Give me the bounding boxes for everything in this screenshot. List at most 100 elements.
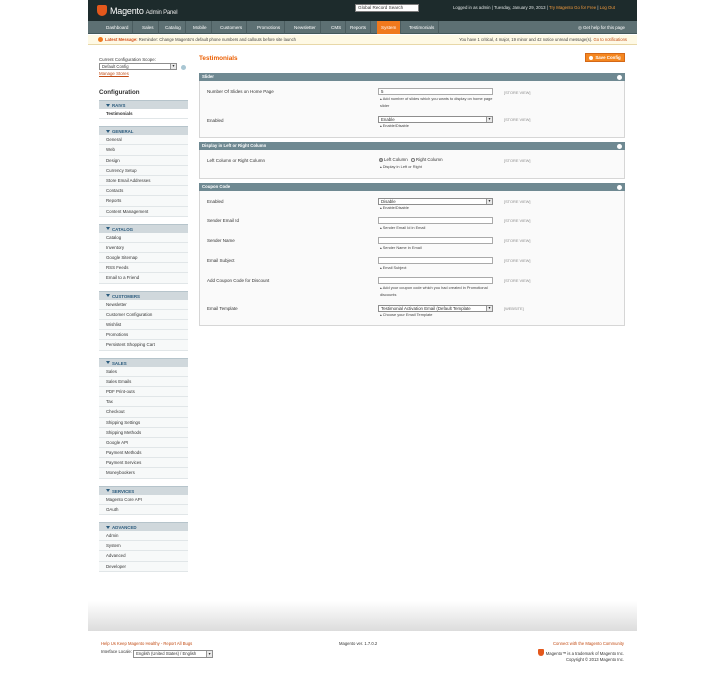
sidebar-item-admin[interactable]: Admin [99, 531, 188, 542]
locale-select[interactable]: English (United States) / English ▼ [133, 650, 214, 658]
sidebar-group-general[interactable]: GENERAL [99, 126, 188, 136]
chevron-down-icon: ▼ [170, 64, 176, 69]
save-config-button[interactable]: Save Config [585, 53, 625, 62]
section-header-coupon[interactable]: Coupon Code [199, 183, 625, 191]
email-subject-input[interactable] [378, 257, 493, 264]
sidebar-item-general[interactable]: General [99, 135, 188, 146]
sender-name-input[interactable] [378, 237, 493, 244]
sidebar-item-newsletter[interactable]: Newsletter [99, 299, 188, 310]
locale-label: Interface Locale: [101, 649, 132, 654]
slider-enabled-select[interactable]: Enable ▼ [378, 116, 493, 123]
nav-newsletter[interactable]: Newsletter [290, 21, 321, 34]
sidebar-item-sales-emails[interactable]: Sales Emails [99, 376, 188, 387]
logo-subtitle: Admin Panel [145, 10, 178, 16]
sidebar-item-customer-configuration[interactable]: Customer Configuration [99, 309, 188, 320]
sidebar-item-currency-setup[interactable]: Currency Setup [99, 165, 188, 176]
slides-note: Add number of slides which you wants to … [380, 96, 498, 109]
sidebar-item-moneybookers[interactable]: Moneybookers [99, 468, 188, 479]
notifications-link[interactable]: Go to notifications [593, 37, 627, 42]
sidebar-item-shipping-methods[interactable]: Shipping Methods [99, 427, 188, 438]
email-subject-note: Email Subject [380, 265, 407, 272]
sidebar-item-contacts[interactable]: Contacts [99, 186, 188, 197]
sidebar-item-reports[interactable]: Reports [99, 196, 188, 207]
slider-enabled-label: Enabled [207, 118, 224, 123]
scope-select[interactable]: Default Config ▼ [99, 63, 177, 70]
sidebar-item-google-api[interactable]: Google API [99, 437, 188, 449]
section-header-slider[interactable]: Slider [199, 73, 625, 81]
collapse-icon[interactable] [617, 74, 622, 80]
collapse-icon[interactable] [617, 143, 622, 149]
sidebar-item-advanced[interactable]: Advanced [99, 551, 188, 562]
sidebar-item-promotions[interactable]: Promotions [99, 330, 188, 341]
try-magento-go-link[interactable]: Try Magento Go for Free [549, 5, 596, 10]
report-bugs-link[interactable]: Help Us Keep Magento Healthy - Report Al… [101, 641, 192, 646]
sender-name-scope: [STORE VIEW] [504, 238, 531, 243]
sidebar-item-developer[interactable]: Developer [99, 561, 188, 572]
main-nav: Dashboard Sales Catalog Mobile Customers… [88, 21, 637, 34]
sender-email-input[interactable] [378, 217, 493, 224]
sidebar-item-testimonials[interactable]: Testimonials [99, 109, 188, 120]
coupon-enabled-scope: [STORE VIEW] [504, 199, 531, 204]
sidebar-item-tax[interactable]: Tax [99, 397, 188, 408]
section-header-display[interactable]: Display in Left or Right Column [199, 142, 625, 150]
sidebar-group-raivs[interactable]: RAIVS [99, 100, 188, 109]
coupon-enabled-select[interactable]: Disable ▼ [378, 198, 493, 205]
sidebar-item-payment-services[interactable]: Payment Services [99, 458, 188, 469]
help-link[interactable]: ◎ Get help for this page [578, 21, 625, 34]
sidebar-group-customers[interactable]: CUSTOMERS [99, 290, 188, 300]
sidebar-item-magento-core-api[interactable]: Magento Core API [99, 494, 188, 505]
sidebar-item-email-to-a-friend[interactable]: Email to a Friend [99, 273, 188, 284]
email-subject-label: Email Subject [207, 258, 235, 263]
notification-summary: You have 1 critical, 4 major, 19 minor a… [459, 35, 627, 45]
sidebar-item-persistent-shopping-cart[interactable]: Persistent Shopping Cart [99, 340, 188, 351]
sidebar-item-checkout[interactable]: Checkout [99, 407, 188, 418]
nav-sales[interactable]: Sales [138, 21, 159, 34]
nav-system[interactable]: System [377, 21, 402, 34]
sidebar-item-catalog[interactable]: Catalog [99, 232, 188, 243]
sidebar-item-rss-feeds[interactable]: RSS Feeds [99, 263, 188, 274]
trademark-text: Magento™ is a trademark of Magento Inc. [545, 651, 624, 656]
sidebar-item-content-management[interactable]: Content Management [99, 206, 188, 217]
logout-link[interactable]: Log Out [600, 5, 615, 10]
sidebar-group-sales[interactable]: SALES [99, 357, 188, 367]
sender-name-note: Sender Name in Email [380, 245, 422, 252]
nav-dashboard[interactable]: Dashboard [102, 21, 134, 34]
slides-scope: [STORE VIEW] [504, 90, 531, 95]
manage-stores-link[interactable]: Manage Stores [99, 71, 177, 76]
nav-promotions[interactable]: Promotions [253, 21, 286, 34]
sidebar-item-store-email-addresses[interactable]: Store Email Addresses [99, 175, 188, 187]
sidebar-group-catalog[interactable]: CATALOG [99, 223, 188, 233]
nav-reports[interactable]: Reports [346, 21, 372, 34]
sidebar-item-payment-methods[interactable]: Payment Methods [99, 448, 188, 459]
global-search-input[interactable]: Global Record Search [355, 4, 419, 12]
coupon-discount-input[interactable] [378, 277, 493, 284]
email-template-select[interactable]: Testimonial Activation Email (Default Te… [378, 305, 493, 312]
community-link[interactable]: Connect with the Magento Community [553, 641, 624, 646]
help-question-icon[interactable] [181, 65, 186, 70]
nav-testimonials[interactable]: Testimonials [405, 21, 440, 34]
radio-left-column[interactable] [379, 157, 383, 162]
sidebar-item-design[interactable]: Design [99, 155, 188, 166]
nav-customers[interactable]: Customers [216, 21, 248, 34]
sidebar-group-services[interactable]: SERVICES [99, 485, 188, 495]
sidebar-title: Configuration [99, 89, 140, 96]
slides-input[interactable]: 5 [378, 88, 493, 95]
nav-cms[interactable]: CMS [327, 21, 347, 34]
message-bar: Latest Message: Reminder: Change Magento… [88, 35, 637, 45]
magento-logo[interactable]: Magento Admin Panel [97, 5, 178, 16]
sidebar-item-pdf-print-outs[interactable]: PDF Print-outs [99, 386, 188, 398]
nav-mobile[interactable]: Mobile [189, 21, 212, 34]
sidebar-item-inventory[interactable]: Inventory [99, 242, 188, 254]
sidebar-item-system[interactable]: System [99, 541, 188, 552]
sidebar-item-google-sitemap[interactable]: Google Sitemap [99, 253, 188, 264]
sidebar-item-web[interactable]: Web [99, 145, 188, 156]
sidebar-item-sales[interactable]: Sales [99, 366, 188, 377]
nav-catalog[interactable]: Catalog [161, 21, 186, 34]
sidebar-item-oauth[interactable]: OAuth [99, 504, 188, 515]
sidebar-group-advanced[interactable]: ADVANCED [99, 522, 188, 531]
radio-right-column[interactable] [410, 157, 415, 162]
collapse-icon[interactable] [617, 184, 622, 190]
radio-right-label: Right Column [415, 157, 443, 162]
sidebar-item-wishlist[interactable]: Wishlist [99, 320, 188, 331]
sidebar-item-shipping-settings[interactable]: Shipping Settings [99, 417, 188, 428]
